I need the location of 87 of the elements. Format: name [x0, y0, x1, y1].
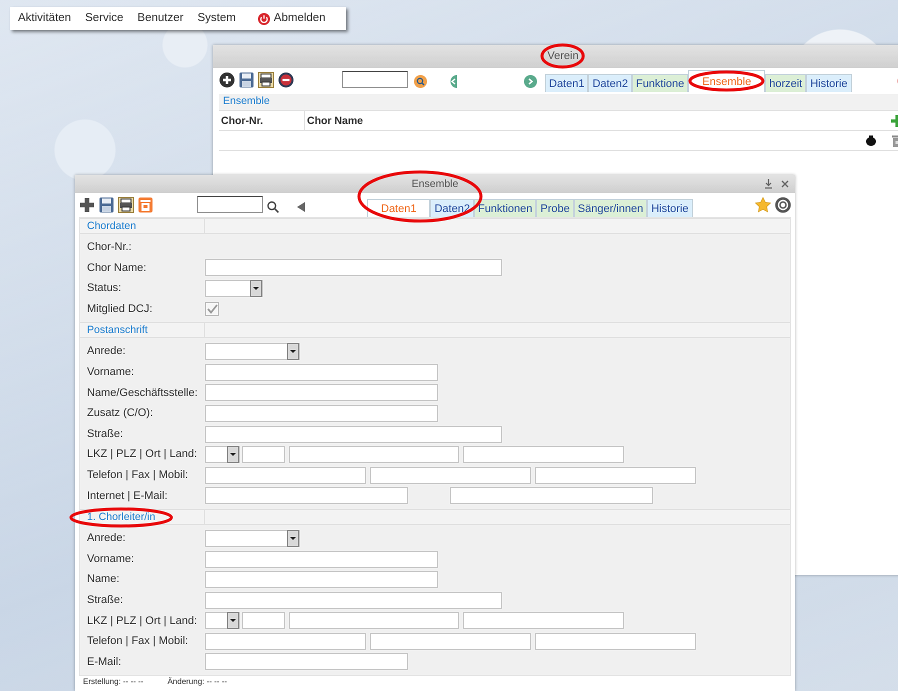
star-icon[interactable] [755, 197, 771, 213]
print-icon[interactable] [118, 197, 134, 213]
previous-icon[interactable] [297, 202, 305, 212]
field-label: Chor Name: [87, 262, 146, 274]
field-label: Straße: [87, 594, 124, 606]
annotation-ellipse [539, 42, 587, 70]
save-icon[interactable] [99, 197, 114, 213]
field-label: LKZ | PLZ | Ort | Land: [87, 448, 198, 460]
input-field[interactable] [205, 384, 438, 402]
menu-item[interactable]: Benutzer [137, 10, 184, 28]
field-label: Name: [87, 573, 120, 586]
tab[interactable]: Daten2 [430, 199, 474, 217]
input-field[interactable] [463, 612, 624, 630]
footer-text: Änderung: -- -- -- [167, 677, 228, 686]
input-field[interactable] [242, 446, 285, 464]
search-field[interactable] [197, 196, 263, 213]
tab[interactable]: Historie [647, 199, 693, 217]
menu-item[interactable]: Aktivitäten [18, 10, 72, 28]
tab[interactable]: Probe [536, 199, 574, 217]
add-icon[interactable] [79, 197, 95, 213]
next-icon[interactable] [524, 75, 537, 88]
pot-icon[interactable] [866, 135, 876, 146]
field-label: Status: [87, 282, 122, 294]
field-label: Telefon | Fax | Mobil: [87, 468, 188, 481]
tab[interactable]: Funktionen [474, 199, 536, 217]
footer-text: Erstellung: -- -- -- [83, 677, 144, 686]
input-field[interactable] [370, 632, 531, 650]
save-icon[interactable] [239, 72, 254, 88]
input-field[interactable] [242, 612, 285, 630]
input-field[interactable] [463, 446, 624, 464]
field-label: Anrede: [87, 532, 126, 544]
close-icon[interactable] [781, 180, 789, 188]
section-title: Chordaten [87, 220, 136, 232]
window-title: Verein [547, 50, 579, 62]
menu-item[interactable]: Service [85, 10, 124, 28]
field-label: Chor-Nr.: [87, 241, 132, 254]
field-label: Mitglied DCJ: [87, 302, 152, 315]
input-field[interactable] [205, 550, 438, 568]
print-icon[interactable] [258, 72, 274, 88]
column-header: Chor Name [306, 114, 364, 128]
field-label: Anrede: [87, 345, 126, 358]
search-field[interactable] [342, 71, 408, 88]
column-header: Chor-Nr. [219, 110, 305, 130]
tab[interactable]: Daten1 [545, 74, 588, 92]
input-field[interactable] [370, 466, 531, 484]
field-label: Telefon | Fax | Mobil: [87, 635, 188, 648]
section-title: Postanschrift [87, 324, 148, 336]
logout-link[interactable]: Abmelden [258, 10, 326, 28]
pin-icon[interactable] [764, 179, 773, 189]
add-icon[interactable] [219, 72, 235, 88]
tab[interactable]: horzeit [765, 74, 806, 92]
input-field[interactable] [205, 466, 366, 484]
input-field[interactable] [205, 571, 438, 588]
menu-item[interactable]: System [197, 10, 236, 28]
field-label: E-Mail: [87, 656, 122, 668]
input-field[interactable] [289, 612, 459, 630]
field-label: Straße: [87, 428, 124, 440]
section-title: 1. Chorleiter/in [87, 511, 156, 524]
input-field[interactable] [205, 426, 502, 443]
input-field[interactable] [205, 404, 438, 422]
input-field[interactable] [205, 592, 502, 609]
input-field[interactable] [205, 487, 408, 504]
field-label: Vorname: [87, 366, 134, 378]
search-icon[interactable] [414, 75, 427, 88]
search-icon[interactable] [267, 201, 279, 213]
field-label: Vorname: [87, 552, 134, 565]
input-field[interactable] [535, 632, 696, 650]
remove-icon[interactable] [278, 72, 294, 88]
field-label: Internet | E-Mail: [87, 490, 168, 502]
field-label: LKZ | PLZ | Ort | Land: [87, 614, 198, 627]
field-label: Name/Geschäftsstelle: [87, 386, 198, 399]
input-field[interactable] [205, 364, 438, 381]
input-field[interactable] [535, 466, 696, 484]
input-field[interactable] [205, 632, 366, 650]
power-icon [258, 12, 270, 24]
tab[interactable]: Historie [806, 74, 852, 92]
field-label: Zusatz (C/O): [87, 407, 154, 420]
input-field[interactable] [205, 653, 408, 670]
input-field[interactable] [289, 446, 459, 464]
window-title: Ensemble [412, 178, 458, 190]
input-field[interactable] [450, 487, 653, 504]
tab[interactable]: Funktione [632, 74, 688, 92]
tab[interactable]: Daten2 [588, 74, 632, 92]
lifebuoy-icon[interactable] [775, 197, 791, 213]
section-title: Ensemble [223, 94, 270, 110]
tab[interactable]: Sänger/innen [574, 199, 648, 217]
input-field[interactable] [205, 259, 502, 276]
